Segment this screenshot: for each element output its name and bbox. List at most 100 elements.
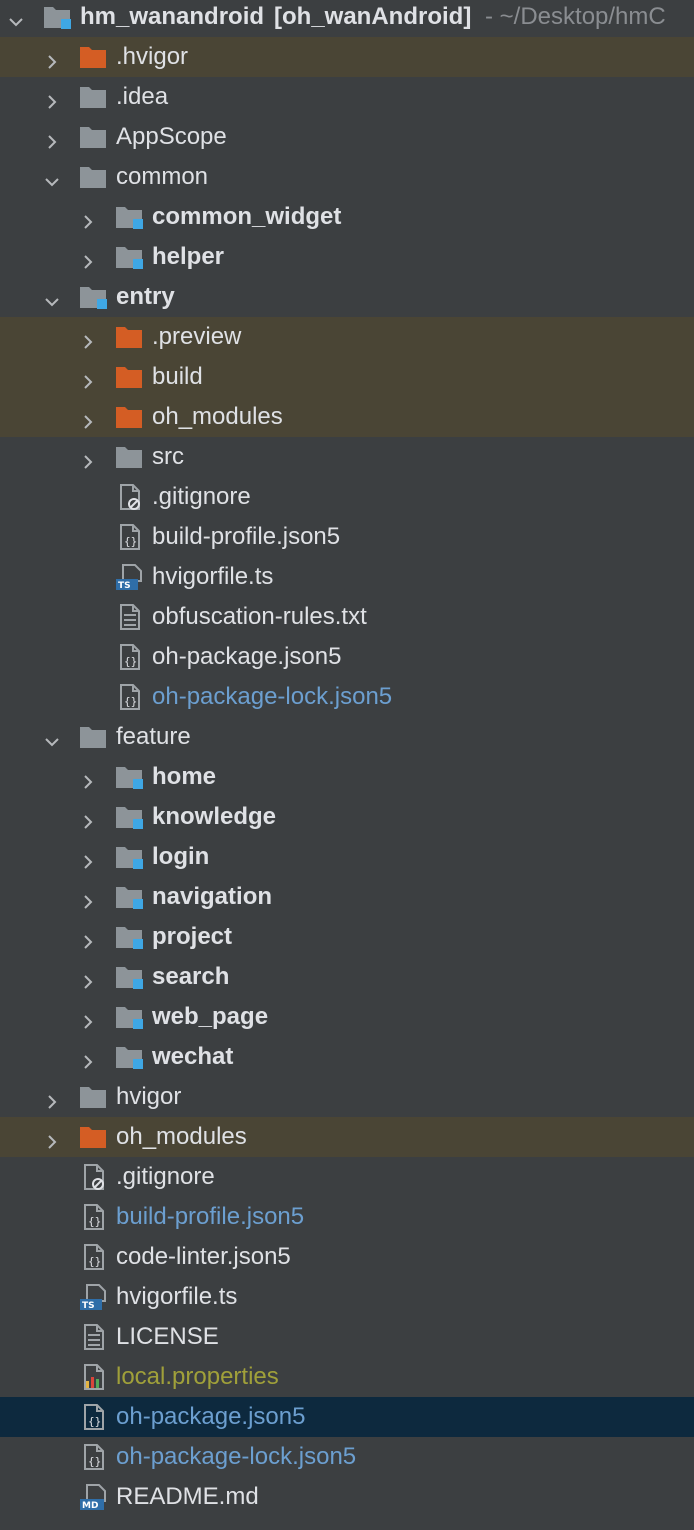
chevron-down-icon[interactable] — [44, 289, 60, 307]
tree-item-label: common — [116, 163, 209, 190]
project-module-name: [oh_wanAndroid] — [274, 3, 472, 30]
chevron-right-icon[interactable] — [80, 209, 96, 229]
svg-text:{}: {} — [124, 655, 137, 668]
tree-row-build[interactable]: build — [0, 357, 694, 397]
chevron-right-icon[interactable] — [80, 849, 96, 869]
tree-row-entry[interactable]: entry — [0, 277, 694, 317]
tree-row-navigation[interactable]: navigation — [0, 877, 694, 917]
chevron-right-icon[interactable] — [80, 1049, 96, 1069]
tree-row-project[interactable]: project — [0, 917, 694, 957]
tree-item-label: oh_modules — [152, 403, 283, 430]
svg-text:{}: {} — [88, 1415, 101, 1428]
tree-row-build-profile-json5[interactable]: {} build-profile.json5 — [0, 517, 694, 557]
svg-text:{}: {} — [88, 1455, 101, 1468]
properties-file-icon — [78, 1363, 108, 1391]
chevron-right-icon[interactable] — [44, 129, 60, 149]
tree-row-idea[interactable]: .idea — [0, 77, 694, 117]
tree-row-hvigorfile-ts[interactable]: TS hvigorfile.ts — [0, 557, 694, 597]
tree-item-label: hvigorfile.ts — [116, 1283, 238, 1310]
tree-row-readme-md[interactable]: MD README.md — [0, 1477, 694, 1517]
tree-row-oh-package-lock-json5[interactable]: {} oh-package-lock.json5 — [0, 677, 694, 717]
tree-item-label: entry — [116, 283, 175, 310]
chevron-right-icon[interactable] — [80, 249, 96, 269]
tree-item-label: build-profile.json5 — [116, 1203, 305, 1230]
tree-row-gitignore[interactable]: .gitignore — [0, 1157, 694, 1197]
excluded-folder-icon — [114, 363, 144, 391]
tree-row-knowledge[interactable]: knowledge — [0, 797, 694, 837]
tree-item-label: hvigorfile.ts — [152, 563, 274, 590]
tree-row-login[interactable]: login — [0, 837, 694, 877]
tree-row-helper[interactable]: helper — [0, 237, 694, 277]
json-file-icon: {} — [78, 1403, 108, 1431]
tree-item-label: common_widget — [152, 203, 342, 230]
tree-item-label: wechat — [152, 1043, 234, 1070]
json-file-icon: {} — [78, 1443, 108, 1471]
tree-item-label: oh-package-lock.json5 — [152, 683, 393, 710]
chevron-right-icon[interactable] — [80, 1009, 96, 1029]
module-folder-icon — [42, 3, 72, 31]
tree-row-common[interactable]: common — [0, 157, 694, 197]
tree-row-local-properties[interactable]: local.properties — [0, 1357, 694, 1397]
tree-row-wechat[interactable]: wechat — [0, 1037, 694, 1077]
chevron-right-icon[interactable] — [44, 89, 60, 109]
tree-item-label: .gitignore — [152, 483, 251, 510]
chevron-right-icon[interactable] — [44, 1089, 60, 1109]
svg-text:{}: {} — [124, 695, 137, 708]
tree-row-oh-modules[interactable]: oh_modules — [0, 397, 694, 437]
chevron-right-icon[interactable] — [80, 329, 96, 349]
tree-row-oh-package-lock-json5[interactable]: {} oh-package-lock.json5 — [0, 1437, 694, 1477]
chevron-right-icon[interactable] — [44, 1129, 60, 1149]
chevron-right-icon[interactable] — [80, 889, 96, 909]
chevron-right-icon[interactable] — [80, 769, 96, 789]
project-path: - ~/Desktop/hmC — [485, 3, 666, 30]
tree-row-preview[interactable]: .preview — [0, 317, 694, 357]
tree-row-appscope[interactable]: AppScope — [0, 117, 694, 157]
tree-item-label: local.properties — [116, 1363, 279, 1390]
excluded-folder-icon — [114, 403, 144, 431]
tree-row-home[interactable]: home — [0, 757, 694, 797]
module-folder-icon — [114, 1043, 144, 1071]
json-file-icon: {} — [114, 523, 144, 551]
tree-row-hvigor[interactable]: .hvigor — [0, 37, 694, 77]
folder-icon — [78, 1083, 108, 1111]
chevron-down-icon[interactable] — [44, 729, 60, 747]
tree-row-common-widget[interactable]: common_widget — [0, 197, 694, 237]
chevron-right-icon[interactable] — [80, 409, 96, 429]
tree-row-hvigorfile-ts[interactable]: TS hvigorfile.ts — [0, 1277, 694, 1317]
tree-item-label: oh_modules — [116, 1123, 247, 1150]
chevron-right-icon[interactable] — [80, 809, 96, 829]
module-folder-icon — [114, 243, 144, 271]
tree-row-feature[interactable]: feature — [0, 717, 694, 757]
tree-row-hm-wanandroid[interactable]: hm_wanandroid [oh_wanAndroid] - ~/Desktop/… — [0, 0, 694, 37]
tree-row-obfuscation-rules-txt[interactable]: obfuscation-rules.txt — [0, 597, 694, 637]
chevron-right-icon[interactable] — [80, 969, 96, 989]
tree-row-oh-package-json5[interactable]: {} oh-package.json5 — [0, 1397, 694, 1437]
tree-row-search[interactable]: search — [0, 957, 694, 997]
chevron-right-icon[interactable] — [44, 49, 60, 69]
chevron-right-icon[interactable] — [80, 929, 96, 949]
chevron-right-icon[interactable] — [80, 369, 96, 389]
tree-item-label: knowledge — [152, 803, 277, 830]
tree-row-oh-package-json5[interactable]: {} oh-package.json5 — [0, 637, 694, 677]
chevron-down-icon[interactable] — [44, 169, 60, 187]
tree-item-label: home — [152, 763, 217, 790]
tree-row-src[interactable]: src — [0, 437, 694, 477]
tree-row-web-page[interactable]: web_page — [0, 997, 694, 1037]
tree-row-hvigor[interactable]: hvigor — [0, 1077, 694, 1117]
svg-text:MD: MD — [82, 1501, 98, 1511]
tree-item-label: .gitignore — [116, 1163, 215, 1190]
chevron-right-icon[interactable] — [80, 449, 96, 469]
tree-item-label: LICENSE — [116, 1323, 219, 1350]
svg-text:TS: TS — [118, 581, 131, 591]
excluded-folder-icon — [78, 1123, 108, 1151]
ignore-file-icon — [78, 1163, 108, 1191]
excluded-folder-icon — [78, 43, 108, 71]
tree-row-oh-modules[interactable]: oh_modules — [0, 1117, 694, 1157]
tree-row-code-linter-json5[interactable]: {} code-linter.json5 — [0, 1237, 694, 1277]
tree-row-license[interactable]: LICENSE — [0, 1317, 694, 1357]
tree-row-gitignore[interactable]: .gitignore — [0, 477, 694, 517]
tree-item-label: oh-package-lock.json5 — [116, 1443, 357, 1470]
tree-row-build-profile-json5[interactable]: {} build-profile.json5 — [0, 1197, 694, 1237]
tree-item-label: search — [152, 963, 230, 990]
chevron-down-icon[interactable] — [8, 9, 24, 27]
